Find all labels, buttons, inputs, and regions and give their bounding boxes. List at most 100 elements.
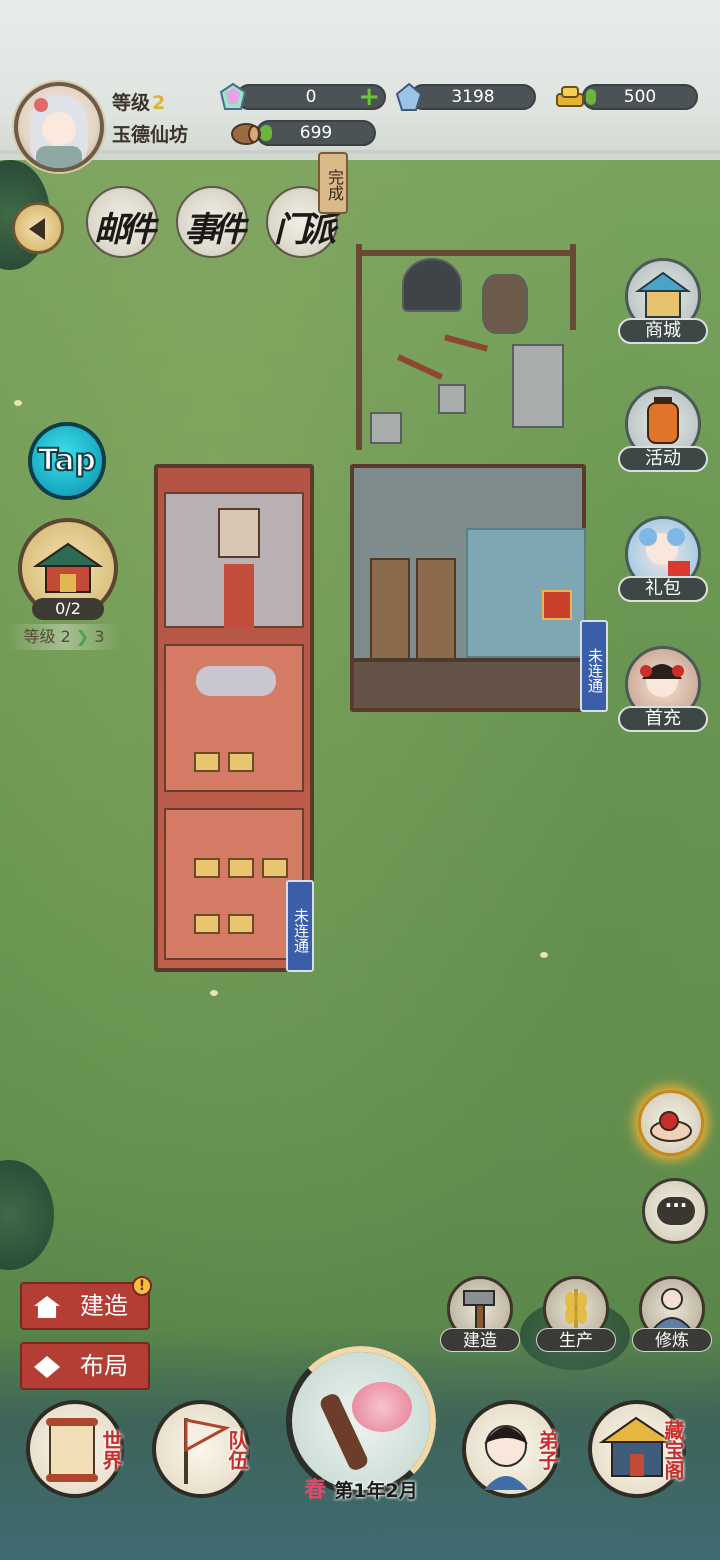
- red-rug: [542, 590, 572, 620]
- team-label: 队伍: [225, 1430, 249, 1470]
- level-label: 等级: [112, 92, 151, 114]
- broken-plank: [396, 354, 444, 380]
- build-alert-badge: !: [132, 1276, 152, 1296]
- jade-bar[interactable]: 0 +: [236, 82, 386, 112]
- red-carpet: [224, 564, 254, 628]
- treasure-pavilion-button[interactable]: 藏宝阁: [588, 1400, 686, 1498]
- add-jade-icon[interactable]: +: [358, 82, 380, 112]
- golden-desk: [228, 752, 254, 772]
- warehouse-status-tag: 未连通: [580, 620, 608, 712]
- pavilion-level-to: 3: [94, 627, 105, 646]
- disciple-button[interactable]: 弟子: [462, 1400, 560, 1498]
- hall-room-bottom: [164, 808, 304, 960]
- storage-shelf: [416, 558, 456, 668]
- spirit-stone-bar[interactable]: 3198: [410, 84, 536, 110]
- team-button[interactable]: 队伍: [152, 1400, 250, 1498]
- gold-bar[interactable]: 500: [582, 84, 698, 110]
- pavilion-level-upgrade: 等级 2 ❯ 3: [8, 624, 120, 650]
- mail-button[interactable]: 邮件: [86, 186, 158, 258]
- disciple-figures[interactable]: [196, 666, 276, 696]
- throne: [218, 508, 260, 558]
- golden-desk: [194, 752, 220, 772]
- wood-bar[interactable]: 699: [256, 120, 376, 146]
- season-date-display: 春第1年2月: [286, 1474, 436, 1508]
- warehouse-building[interactable]: [350, 464, 586, 712]
- wood-value: 699: [299, 123, 333, 143]
- construct-label: 建造: [440, 1328, 520, 1352]
- tap-button[interactable]: Tap: [28, 422, 106, 500]
- golden-desk: [194, 858, 220, 878]
- event-button[interactable]: 事件: [176, 186, 248, 258]
- gift-label: 礼包: [618, 576, 708, 602]
- back-button[interactable]: [12, 202, 64, 254]
- fortune-button[interactable]: [638, 1090, 704, 1156]
- storage-shelf: [370, 558, 410, 668]
- layout-button[interactable]: 布局: [20, 1342, 150, 1390]
- complete-tag[interactable]: 完成: [318, 152, 348, 214]
- layout-grid-icon: [34, 1356, 60, 1378]
- stone-rubble: [370, 412, 402, 444]
- first-recharge-label: 首充: [618, 706, 708, 732]
- wood-log-icon: [230, 118, 261, 148]
- grass-tuft: [14, 400, 22, 406]
- house-icon: [34, 1296, 60, 1318]
- gift-pack-button[interactable]: 礼包: [618, 516, 708, 602]
- cultivate-button[interactable]: 修炼: [632, 1276, 712, 1352]
- world-label: 世界: [99, 1430, 123, 1470]
- level-value: 2: [152, 92, 166, 114]
- season-date: 第1年2月: [334, 1480, 418, 1502]
- fortune-hand-icon: [650, 1111, 692, 1142]
- chat-bubble-icon: ···: [657, 1193, 695, 1225]
- world-button[interactable]: 世界: [26, 1400, 124, 1498]
- gold-value: 500: [623, 87, 657, 107]
- build-label: 建造: [80, 1292, 128, 1320]
- wooden-beam: [356, 250, 576, 256]
- cultivate-label: 修炼: [632, 1328, 712, 1352]
- hall-room-middle: [164, 644, 304, 792]
- produce-button[interactable]: 生产: [536, 1276, 616, 1352]
- stone-rubble: [512, 344, 564, 428]
- layout-label: 布局: [80, 1352, 128, 1380]
- pavilion-count: 0/2: [32, 598, 104, 620]
- left-hall-status-tag: 未连通: [286, 880, 314, 972]
- shop-button[interactable]: 商城: [618, 258, 708, 344]
- tap-label: Tap: [37, 442, 97, 479]
- spirit-stone-icon: [394, 82, 424, 112]
- stone-rubble: [438, 384, 466, 414]
- build-button[interactable]: 建造: [20, 1282, 150, 1330]
- hud-divider: [0, 150, 720, 154]
- golden-desk: [228, 858, 254, 878]
- mail-label: 邮件: [94, 210, 156, 250]
- chat-dots: ···: [664, 1193, 688, 1217]
- player-avatar[interactable]: [14, 82, 104, 172]
- season-name: 春: [304, 1478, 327, 1503]
- golden-desk: [228, 914, 254, 934]
- plum-blossom: [352, 1382, 412, 1432]
- golden-desk: [262, 858, 288, 878]
- avatar-robe: [36, 146, 82, 168]
- player-level: 等级 2: [112, 88, 165, 115]
- wooden-post: [356, 244, 362, 450]
- activity-button[interactable]: 活动: [618, 386, 708, 472]
- first-recharge-button[interactable]: 首充: [618, 646, 708, 732]
- construct-button[interactable]: 建造: [440, 1276, 520, 1352]
- golden-desk: [194, 914, 220, 934]
- wooden-post: [570, 244, 576, 330]
- broken-plank: [443, 334, 489, 352]
- dead-tree: [482, 274, 528, 334]
- ruined-construction-site[interactable]: [352, 244, 578, 450]
- shop-label: 商城: [618, 318, 708, 344]
- grass-tuft: [540, 952, 548, 958]
- treasure-label: 藏宝阁: [661, 1420, 685, 1480]
- gold-ingot-icon: [554, 82, 584, 112]
- event-label: 事件: [184, 210, 246, 250]
- chat-button[interactable]: ···: [642, 1178, 708, 1244]
- collapsed-roof: [402, 258, 462, 312]
- front-wall: [354, 658, 582, 708]
- pavilion-level-from: 等级 2: [23, 627, 71, 646]
- sect-name: 玉德仙坊: [112, 124, 189, 146]
- spirit-stone-value: 3198: [451, 87, 495, 107]
- hall-room-top: [164, 492, 304, 628]
- arrow-right-icon: ❯: [75, 627, 90, 646]
- avatar-face: [42, 112, 76, 146]
